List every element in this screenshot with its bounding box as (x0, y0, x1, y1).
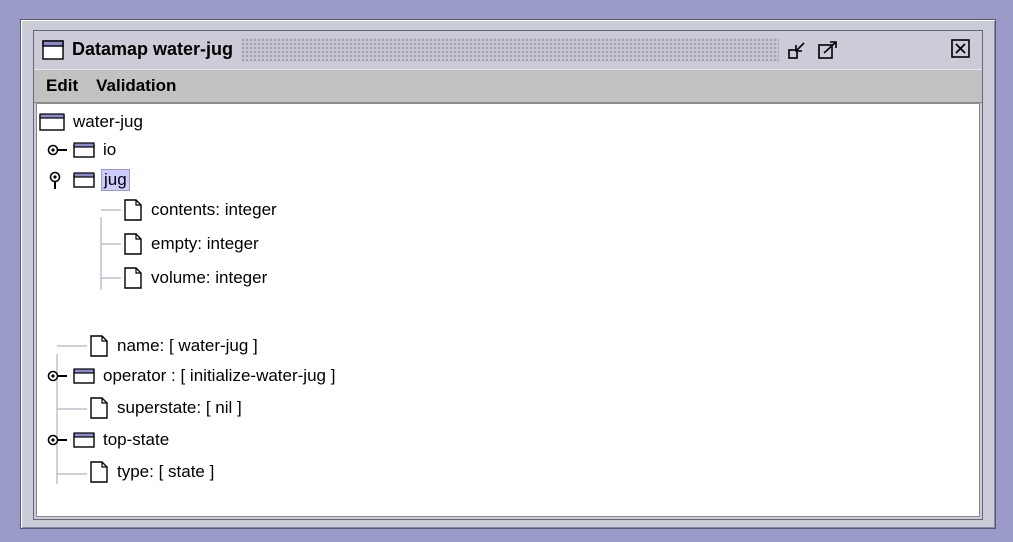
file-icon (124, 233, 142, 255)
tree-node-label-selected: jug (101, 169, 130, 191)
tree-node-superstate[interactable]: superstate: [ nil ] (89, 394, 244, 422)
file-icon (90, 397, 108, 419)
maximize-button[interactable] (817, 39, 839, 61)
expand-handle-icon[interactable] (47, 142, 69, 158)
tree-node-label: water-jug (73, 112, 143, 131)
folder-icon (73, 368, 95, 384)
tree-node-label: io (103, 140, 117, 159)
tree-node-label: volume: integer (151, 268, 268, 287)
title-bar[interactable]: Datamap water-jug (34, 31, 982, 68)
tree-node-empty[interactable]: empty: integer (123, 230, 261, 258)
menu-edit[interactable]: Edit (34, 76, 87, 96)
tree-node-contents[interactable]: contents: integer (123, 196, 279, 224)
close-icon (951, 39, 970, 58)
tree-node-jug[interactable]: jug (47, 166, 130, 194)
tree-node-label: type: [ state ] (117, 462, 215, 481)
file-icon (124, 199, 142, 221)
file-icon (90, 335, 108, 357)
tree-node-top-state[interactable]: top-state (47, 426, 171, 454)
file-icon (124, 267, 142, 289)
internal-frame: Datamap water-jug Edit Validation water-… (20, 19, 996, 529)
collapse-handle-icon[interactable] (47, 171, 69, 189)
tree-node-volume[interactable]: volume: integer (123, 264, 269, 292)
tree-node-label: contents: integer (151, 200, 277, 219)
tree-node-label: top-state (103, 430, 170, 449)
folder-icon (73, 142, 95, 158)
tree-node-root[interactable]: water-jug (39, 108, 145, 136)
tree-node-label: empty: integer (151, 234, 259, 253)
maximize-icon (818, 40, 837, 59)
expand-handle-icon[interactable] (47, 432, 69, 448)
title-bar-grip (241, 37, 780, 62)
close-button[interactable] (950, 38, 972, 60)
tree-node-type[interactable]: type: [ state ] (89, 458, 216, 486)
menu-bar: Edit Validation (34, 69, 982, 103)
tree-node-io[interactable]: io (47, 136, 118, 164)
frame-content: Datamap water-jug Edit Validation water-… (33, 30, 983, 520)
tree-node-label: superstate: [ nil ] (117, 398, 242, 417)
tree-node-label: operator : [ initialize-water-jug ] (103, 366, 336, 385)
folder-icon (73, 172, 95, 188)
file-icon (90, 461, 108, 483)
datamap-tree: water-jug io jug contents: integer empty… (36, 103, 980, 517)
tree-node-operator[interactable]: operator : [ initialize-water-jug ] (47, 362, 337, 390)
iconify-icon (788, 41, 805, 59)
window-icon (42, 39, 64, 60)
tree-connector-lines (56, 209, 121, 484)
folder-icon (73, 432, 95, 448)
tree-node-name[interactable]: name: [ water-jug ] (89, 332, 260, 360)
expand-handle-icon[interactable] (47, 368, 69, 384)
iconify-button[interactable] (787, 39, 809, 61)
folder-icon (39, 113, 65, 131)
menu-validation[interactable]: Validation (87, 76, 185, 96)
tree-node-label: name: [ water-jug ] (117, 336, 258, 355)
window-title: Datamap water-jug (72, 39, 234, 59)
